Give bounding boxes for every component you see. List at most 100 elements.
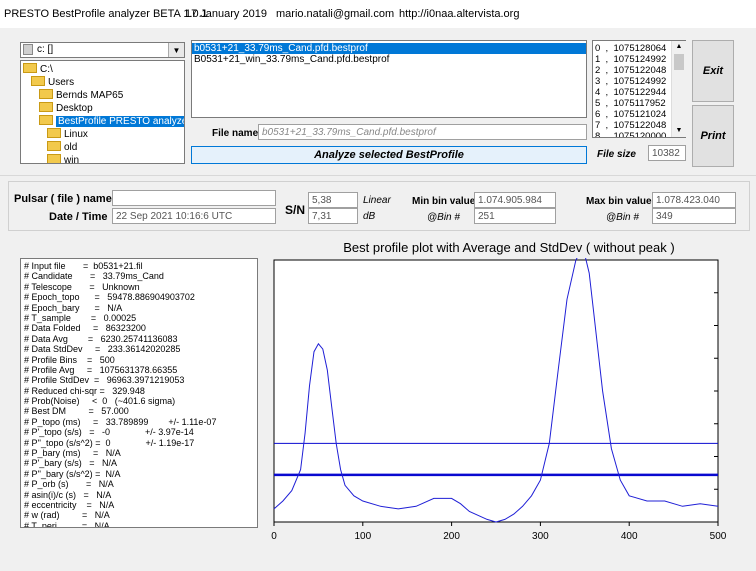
tree-item[interactable]: C:\ — [23, 63, 53, 76]
folder-icon — [47, 141, 61, 152]
scroll-down-icon[interactable]: ▼ — [672, 125, 686, 137]
info-line: # w (rad) = N/A — [24, 510, 110, 521]
separator — [0, 175, 756, 176]
file-list-item[interactable]: B0531+21_win_33.79ms_Cand.pfd.bestprof — [192, 54, 586, 65]
file-size-label: File size — [597, 149, 636, 160]
bin-list-scrollbar[interactable]: ▲ ▼ — [671, 41, 686, 137]
max-bin-index-field[interactable]: 349 — [652, 208, 736, 224]
info-line: # P_orb (s) = N/A — [24, 479, 114, 490]
info-line: # Telescope = Unknown — [24, 281, 140, 292]
exit-button[interactable]: Exit — [692, 40, 734, 102]
sn-db-field[interactable]: 7,31 — [308, 208, 358, 224]
min-bin-label: Min bin value — [412, 196, 476, 207]
x-tick-label: 0 — [271, 531, 277, 542]
info-line: # T_sample = 0.00025 — [24, 312, 137, 323]
file-list[interactable]: b0531+21_33.79ms_Cand.pfd.bestprof B0531+… — [191, 40, 587, 118]
info-line: # P_bary (ms) = N/A — [24, 448, 121, 459]
app-title: PRESTO BestProfile analyzer BETA 1.0.1 — [4, 8, 208, 20]
drive-value: c: [] — [37, 44, 54, 55]
file-name-label: File name — [212, 128, 259, 139]
info-line: # Prob(Noise) < 0 (~401.6 sigma) — [24, 396, 176, 407]
min-bin-index-label: @Bin # — [427, 212, 460, 223]
tree-item[interactable]: Users — [31, 76, 74, 89]
chart-title: Best profile plot with Average and StdDe… — [343, 240, 675, 255]
chevron-down-icon[interactable]: ▼ — [168, 43, 184, 57]
sn-label: S/N — [285, 203, 306, 217]
analyze-button[interactable]: Analyze selected BestProfile — [191, 146, 587, 164]
tree-item-label: Users — [48, 77, 75, 88]
tree-item[interactable]: old — [47, 141, 77, 154]
x-tick-label: 100 — [354, 531, 371, 542]
info-line: # Profile Avg = 1075631378.66355 — [24, 364, 178, 375]
info-line: # P_topo (ms) = 33.789899 +/- 1.11e-07 — [24, 416, 217, 427]
info-line: # Epoch_bary = N/A — [24, 302, 123, 313]
date-time-field[interactable]: 22 Sep 2021 10:16:6 UTC — [112, 208, 276, 224]
tree-item-label: win — [64, 155, 80, 164]
scroll-up-icon[interactable]: ▲ — [672, 41, 686, 53]
info-line: # Best DM = 57.000 — [24, 406, 129, 417]
sn-db-unit: dB — [363, 211, 376, 222]
info-line: # Input file = b0531+21.fil — [24, 261, 143, 271]
min-bin-value-field[interactable]: 1.074.905.984 — [474, 192, 556, 208]
max-bin-label: Max bin value — [586, 196, 652, 207]
max-bin-value-field[interactable]: 1.078.423.040 — [652, 192, 736, 208]
file-size-field[interactable]: 10382 — [648, 145, 686, 161]
info-line: # P''_topo (s/s^2) = 0 +/- 1.19e-17 — [24, 437, 195, 448]
folder-icon — [39, 89, 53, 100]
info-line: # Profile Bins = 500 — [24, 354, 115, 365]
tree-item-label: Bernds MAP65 — [56, 90, 124, 101]
max-bin-index-label: @Bin # — [606, 212, 639, 223]
file-name-field[interactable]: b0531+21_33.79ms_Cand.pfd.bestprof — [258, 124, 587, 140]
pulsar-name-label: Pulsar ( file ) name — [14, 193, 112, 205]
folder-tree[interactable]: C:\ Users Bernds MAP65 Desktop BestProfile P… — [20, 60, 185, 164]
info-line: # Candidate = 33.79ms_Cand — [24, 271, 164, 282]
bestprof-info-text[interactable]: # Input file = b0531+21.fil # Candidate =… — [20, 258, 258, 528]
file-list-item[interactable]: b0531+21_33.79ms_Cand.pfd.bestprof — [192, 43, 586, 54]
x-tick-label: 400 — [621, 531, 638, 542]
info-line: # P'_bary (s/s) = N/A — [24, 458, 117, 469]
author-email: mario.natali@gmail.com — [276, 8, 395, 20]
tree-item[interactable]: Linux — [47, 128, 88, 141]
min-bin-index-field[interactable]: 251 — [474, 208, 556, 224]
info-line: # Data Folded = 86323200 — [24, 323, 146, 334]
folder-icon — [23, 63, 37, 74]
x-tick-label: 200 — [443, 531, 460, 542]
folder-icon — [31, 76, 45, 87]
tree-item-label: C:\ — [40, 64, 53, 75]
tree-item-label: Linux — [64, 129, 88, 140]
tree-item-label: BestProfile PRESTO analyzer 1.0.1.c — [56, 116, 184, 127]
scroll-thumb[interactable] — [674, 54, 684, 70]
info-line: # Reduced chi-sqr = 329.948 — [24, 385, 145, 396]
info-line: # asin(i)/c (s) = N/A — [24, 489, 112, 500]
drive-icon — [23, 44, 33, 55]
info-line: # Data StdDev = 233.36142020285 — [24, 344, 181, 355]
tree-item[interactable]: Bernds MAP65 — [39, 89, 123, 102]
info-line: # P''_bary (s/s^2) = N/A — [24, 468, 121, 479]
folder-icon — [39, 115, 53, 126]
sn-linear-unit: Linear — [363, 195, 391, 206]
tree-item[interactable]: win — [47, 154, 80, 164]
folder-icon — [47, 154, 61, 163]
tree-item-label: old — [64, 142, 78, 153]
date-time-label: Date / Time — [49, 211, 108, 223]
x-tick-label: 300 — [532, 531, 549, 542]
folder-icon — [39, 102, 53, 113]
tree-item[interactable]: Desktop — [39, 102, 93, 115]
tree-item-label: Desktop — [56, 103, 93, 114]
tree-item[interactable]: BestProfile PRESTO analyzer 1.0.1.c — [39, 115, 184, 128]
profile-chart: 0 100 200 300 400 500 — [271, 258, 727, 542]
info-line: # Profile StdDev = 96963.3971219053 — [24, 375, 185, 386]
pulsar-name-field[interactable] — [112, 190, 276, 206]
author-url: http://i0naa.altervista.org — [399, 8, 520, 20]
sn-linear-field[interactable]: 5,38 — [308, 192, 358, 208]
folder-icon — [47, 128, 61, 139]
info-line: # P'_topo (s/s) = -0 +/- 3.97e-14 — [24, 427, 194, 438]
print-button[interactable]: Print — [692, 105, 734, 167]
info-line: # eccentricity = N/A — [24, 499, 115, 510]
drive-select[interactable]: c: [] ▼ — [20, 42, 185, 58]
x-tick-label: 500 — [710, 531, 727, 542]
title-bar: PRESTO BestProfile analyzer BETA 1.0.1 1… — [0, 0, 756, 28]
info-line: # Data Avg = 6230.25741136083 — [24, 333, 178, 344]
info-line: # T_peri = N/A — [24, 520, 110, 528]
plot-area — [273, 259, 719, 523]
